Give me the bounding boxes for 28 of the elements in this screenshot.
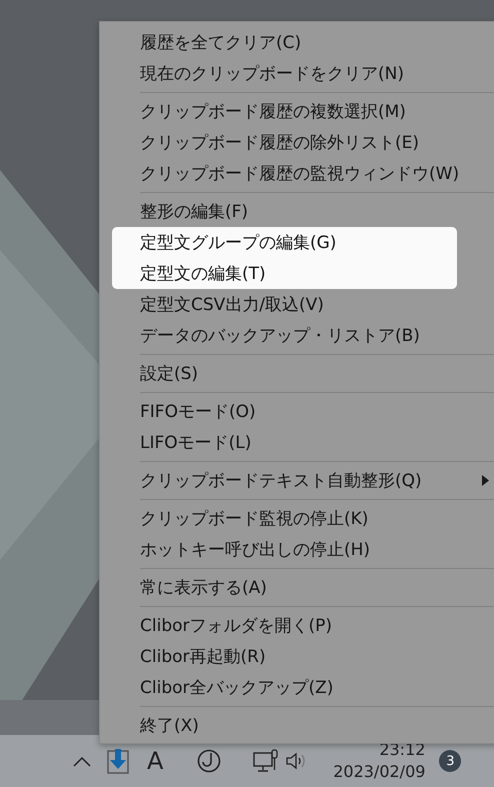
menu-item[interactable]: 定型文CSV出力/取込(V)	[112, 289, 457, 320]
menu-item[interactable]: 設定(S)	[112, 358, 457, 389]
network-icon[interactable]	[253, 749, 280, 773]
menu-item[interactable]: データのバックアップ・リストア(B)	[112, 320, 457, 351]
menu-item[interactable]: Cliborフォルダを開く(P)	[112, 610, 457, 641]
menu-item[interactable]: 定型文グループの編集(G)	[112, 227, 457, 258]
ime-mode-indicator[interactable]: A	[147, 747, 164, 775]
menu-item[interactable]: 常に表示する(A)	[112, 572, 457, 603]
notification-badge[interactable]: 3	[439, 750, 462, 772]
menu-item[interactable]: クリップボード履歴の除外リスト(E)	[112, 127, 457, 158]
menu-item[interactable]: クリップボード履歴の監視ウィンドウ(W)	[112, 158, 457, 189]
menu-item[interactable]: 終了(X)	[112, 710, 457, 741]
menu-item[interactable]: Clibor全バックアップ(Z)	[112, 672, 457, 703]
download-icon[interactable]	[107, 748, 129, 774]
date-text: 2023/02/09	[333, 761, 426, 783]
menu-item[interactable]: LIFOモード(L)	[112, 427, 457, 458]
menu-item[interactable]: ホットキー呼び出しの停止(H)	[112, 534, 457, 565]
menu-item[interactable]: 現在のクリップボードをクリア(N)	[112, 58, 457, 89]
chevron-up-icon[interactable]	[72, 755, 92, 767]
menu-item[interactable]: 履歴を全てクリア(C)	[112, 27, 457, 58]
menu-item[interactable]: 整形の編集(F)	[112, 196, 457, 227]
menu-item[interactable]: 定型文の編集(T)	[112, 258, 457, 289]
menu-item[interactable]: FIFOモード(O)	[112, 396, 457, 427]
menu-item[interactable]: クリップボード監視の停止(K)	[112, 503, 457, 534]
menu-item[interactable]: Clibor再起動(R)	[112, 641, 457, 672]
menu-item[interactable]: クリップボード履歴の複数選択(M)	[112, 96, 457, 127]
circle-hook-icon[interactable]	[197, 749, 222, 773]
menu-item[interactable]: クリップボードテキスト自動整形(Q)	[112, 465, 457, 496]
